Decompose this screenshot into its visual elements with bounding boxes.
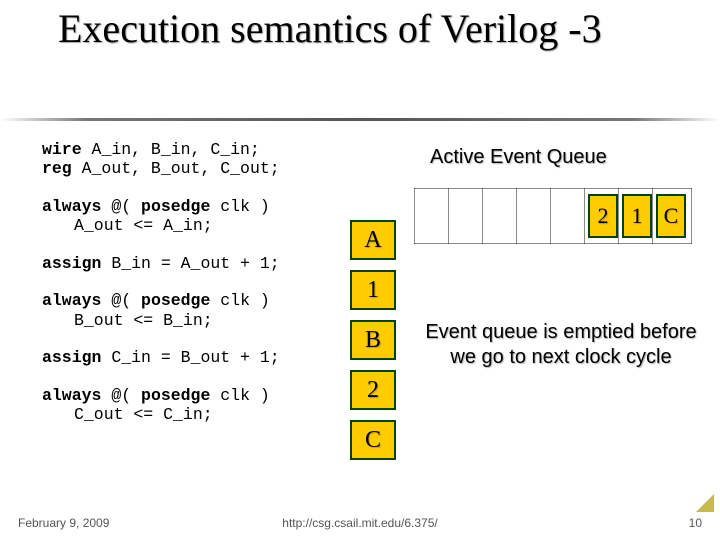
code-always-2: always @( posedge clk ) B_out <= B_in;	[42, 291, 344, 330]
box-a: A	[350, 220, 396, 260]
title-underline	[0, 118, 720, 121]
code-assign-1: assign B_in = A_out + 1;	[42, 254, 344, 273]
box-c: C	[350, 420, 396, 460]
code-assign-2: assign C_in = B_out + 1;	[42, 348, 344, 367]
slide: Execution semantics of Verilog -3 wire A…	[0, 0, 720, 540]
description-text: Event queue is emptied before we go to n…	[416, 320, 706, 370]
decl-wires: A_in, B_in, C_in;	[82, 140, 260, 159]
footer-url: http://csg.csail.mit.edu/6.375/	[0, 516, 720, 530]
box-1: 1	[350, 270, 396, 310]
kw-reg: reg	[42, 159, 72, 178]
footer-page-number: 10	[689, 516, 702, 530]
code-block: wire A_in, B_in, C_in; reg A_out, B_out,…	[42, 140, 344, 443]
code-decl: wire A_in, B_in, C_in; reg A_out, B_out,…	[42, 140, 344, 179]
queue-slot-2: C	[656, 194, 686, 238]
slide-title: Execution semantics of Verilog -3	[58, 8, 668, 50]
process-boxes: A 1 B 2 C	[350, 220, 396, 470]
active-event-queue-label: Active Event Queue	[430, 146, 607, 169]
code-always-1: always @( posedge clk ) A_out <= A_in;	[42, 197, 344, 236]
box-2: 2	[350, 370, 396, 410]
queue-slot-1: 1	[622, 194, 652, 238]
queue-slot-0: 2	[588, 194, 618, 238]
decl-regs: A_out, B_out, C_out;	[72, 159, 280, 178]
page-fold-icon	[696, 494, 714, 512]
kw-wire: wire	[42, 140, 82, 159]
event-queue: 2 1 C	[414, 188, 692, 244]
box-b: B	[350, 320, 396, 360]
code-always-3: always @( posedge clk ) C_out <= C_in;	[42, 386, 344, 425]
